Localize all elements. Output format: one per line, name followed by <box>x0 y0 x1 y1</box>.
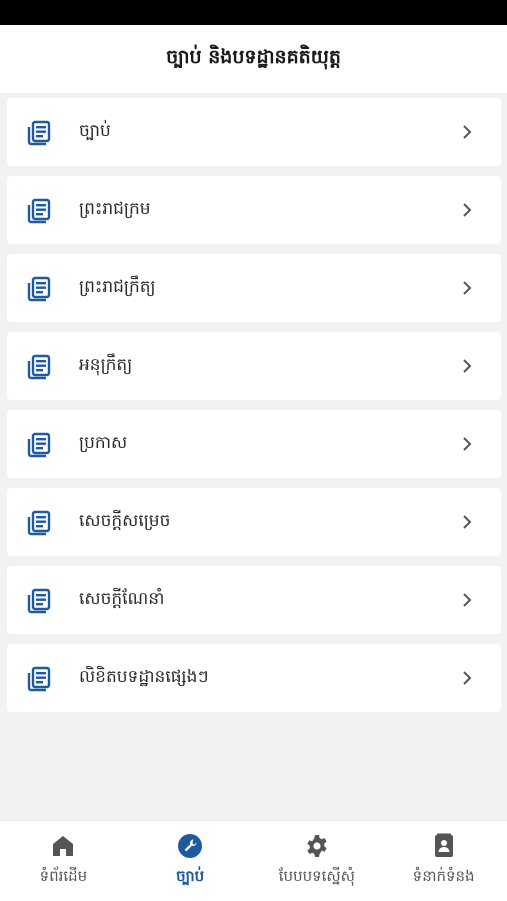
document-list-icon <box>26 120 52 146</box>
home-icon <box>50 833 76 859</box>
document-list-icon <box>26 510 52 536</box>
list-item-sub-decree[interactable]: អនុក្រឹត្យ <box>7 332 501 400</box>
document-list-icon <box>26 666 52 692</box>
tab-label: ច្បាប់ <box>176 867 205 885</box>
chevron-right-icon <box>461 279 473 297</box>
document-list-icon <box>26 198 52 224</box>
list-item-decision[interactable]: សេចក្តីសម្រេច <box>7 488 501 556</box>
chevron-right-icon <box>461 201 473 219</box>
list-item-label: ព្រះរាជក្រឹត្យ <box>79 276 156 297</box>
document-list-icon <box>26 276 52 302</box>
page-title: ច្បាប់ និងបទដ្ឋានគតិយុត្ត <box>166 46 341 68</box>
chevron-right-icon <box>461 591 473 609</box>
list-item-label: សេចក្តីសម្រេច <box>79 510 171 531</box>
status-bar <box>0 0 507 25</box>
wrench-icon <box>177 833 203 859</box>
tab-label: ទំព័រដើម <box>39 867 88 885</box>
list-item-label: ប្រកាស <box>79 432 128 453</box>
list-item-other-regulations[interactable]: លិខិតបទដ្ឋានផ្សេងៗ <box>7 644 501 712</box>
contact-card-icon <box>431 833 457 859</box>
gear-icon <box>304 833 330 859</box>
tab-laws[interactable]: ច្បាប់ <box>127 821 254 901</box>
list-item-law[interactable]: ច្បាប់ <box>7 98 501 166</box>
tab-contact[interactable]: ទំនាក់ទំនង <box>380 821 507 901</box>
list-item-label: សេចក្តីណែនាំ <box>79 588 165 609</box>
list-item-label: ច្បាប់ <box>79 120 111 141</box>
document-list-icon <box>26 432 52 458</box>
bottom-tab-bar: ទំព័រដើម ច្បាប់ បែបបទស្នើសុំ ទំនាក់ទំនង <box>0 820 507 901</box>
list-item-label: ព្រះរាជក្រម <box>79 198 151 219</box>
list-item-label: អនុក្រឹត្យ <box>79 354 133 375</box>
tab-label: ទំនាក់ទំនង <box>412 867 475 885</box>
chevron-right-icon <box>461 357 473 375</box>
chevron-right-icon <box>461 669 473 687</box>
chevron-right-icon <box>461 513 473 531</box>
tab-label: បែបបទស្នើសុំ <box>278 867 355 885</box>
chevron-right-icon <box>461 435 473 453</box>
list-item-instruction[interactable]: សេចក្តីណែនាំ <box>7 566 501 634</box>
tab-request-forms[interactable]: បែបបទស្នើសុំ <box>254 821 381 901</box>
list-item-royal-code[interactable]: ព្រះរាជក្រម <box>7 176 501 244</box>
document-list-icon <box>26 588 52 614</box>
app-header: ច្បាប់ និងបទដ្ឋានគតិយុត្ត <box>0 25 507 93</box>
list-item-royal-decree[interactable]: ព្រះរាជក្រឹត្យ <box>7 254 501 322</box>
list-item-proclamation[interactable]: ប្រកាស <box>7 410 501 478</box>
tab-home[interactable]: ទំព័រដើម <box>0 821 127 901</box>
chevron-right-icon <box>461 123 473 141</box>
list-item-label: លិខិតបទដ្ឋានផ្សេងៗ <box>79 666 209 687</box>
document-list-icon <box>26 354 52 380</box>
